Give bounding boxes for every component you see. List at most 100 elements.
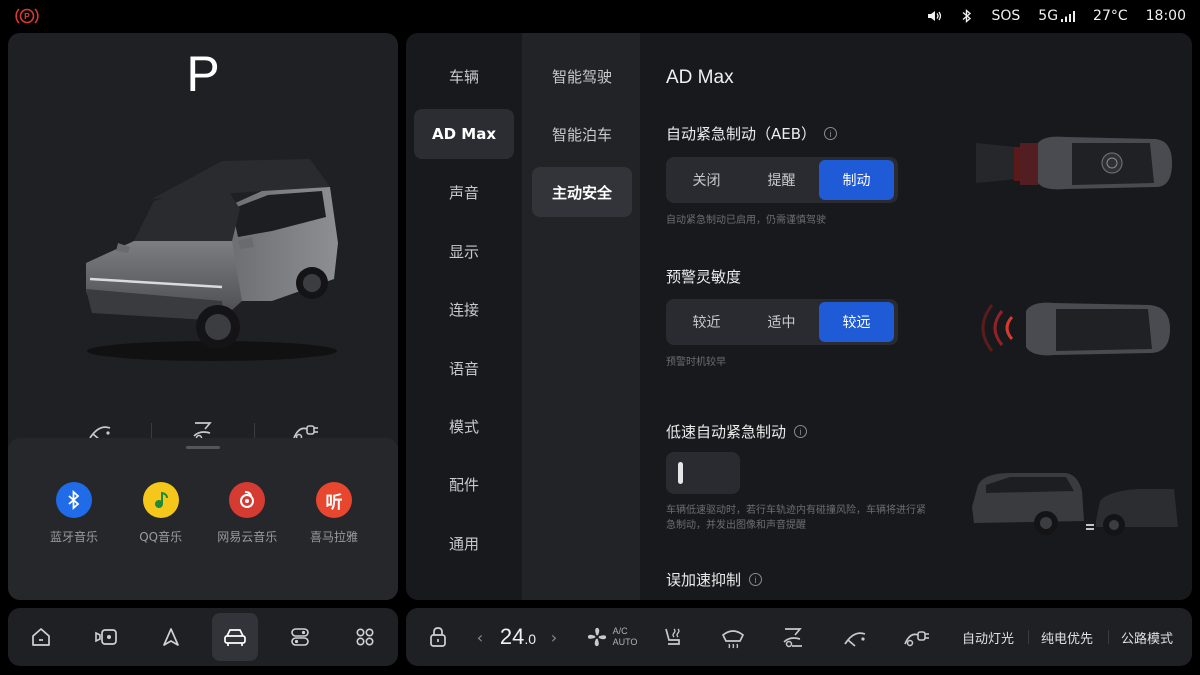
aeb-option-brake[interactable]: 制动: [819, 160, 894, 200]
nav-connect[interactable]: 连接: [414, 284, 514, 334]
toggles-icon: [291, 628, 309, 646]
misaccel-title: 误加速抑制 i: [666, 569, 763, 590]
camera-view-icon: [94, 629, 117, 645]
dock-camera-button[interactable]: [83, 613, 129, 661]
app-bluetooth-music[interactable]: 蓝牙音乐: [34, 482, 114, 545]
auto-label: AUTO: [612, 637, 638, 647]
clock: 18:00: [1145, 8, 1186, 24]
app-label: QQ音乐: [139, 530, 183, 544]
sensitivity-illustration: [981, 302, 1170, 356]
wiper-icon: [844, 632, 866, 647]
chevron-right-icon: ›: [550, 627, 558, 647]
app-label: 喜马拉雅: [309, 530, 358, 544]
nav-smart-driving[interactable]: 智能驾驶: [532, 51, 632, 101]
low-speed-illustration: [972, 473, 1178, 536]
sos-button[interactable]: SOS: [991, 8, 1020, 24]
road-mode-label: 公路模式: [1120, 631, 1173, 647]
bottom-dock-left: [8, 608, 398, 666]
tailgate-icon: [783, 628, 802, 648]
nav-sound[interactable]: 声音: [414, 167, 514, 217]
seat-heat-icon: [665, 628, 680, 645]
outside-temperature: 27°C: [1093, 8, 1128, 24]
sensitivity-title-text: 预警灵敏度: [666, 268, 742, 286]
divider: [1028, 630, 1029, 644]
auto-light-label: 自动灯光: [961, 631, 1014, 647]
sensitivity-option-far[interactable]: 较远: [819, 302, 894, 342]
apps-grid-icon: [356, 628, 374, 646]
parking-brake-icon: P: [15, 8, 39, 24]
misaccel-title-text: 误加速抑制: [666, 571, 742, 589]
info-icon[interactable]: i: [749, 573, 763, 586]
seat-heat-button[interactable]: [658, 608, 688, 666]
dock-charge-port-button[interactable]: [900, 608, 934, 666]
chevron-left-icon: ‹: [476, 627, 484, 647]
low-speed-aeb-hint: 车辆低速驱动时，若行车轨迹内有碰撞风险，车辆将进行紧急制动，并发出图像和声音提醒: [666, 505, 926, 531]
signal-icon: [1061, 10, 1076, 22]
sensitivity-option-mid[interactable]: 适中: [744, 302, 819, 342]
low-speed-aeb-title: 低速自动紧急制动 i: [666, 421, 808, 442]
app-qq-music[interactable]: QQ音乐: [121, 482, 201, 545]
nav-smart-parking[interactable]: 智能泊车: [532, 109, 632, 159]
defrost-button[interactable]: [718, 608, 748, 666]
sensitivity-option-near[interactable]: 较近: [669, 302, 744, 342]
dock-tailgate-button[interactable]: [778, 608, 808, 666]
bluetooth-status-icon[interactable]: [961, 8, 973, 24]
lock-icon: [430, 627, 446, 647]
ev-priority-button[interactable]: 纯电优先: [1036, 608, 1098, 666]
app-label: 网易云音乐: [217, 530, 278, 544]
road-mode-button[interactable]: 公路模式: [1116, 608, 1178, 666]
charge-port-icon: [904, 631, 929, 647]
aeb-title: 自动紧急制动（AEB） i: [666, 123, 838, 144]
car-image[interactable]: [72, 151, 342, 369]
settings-content: AD Max 自动紧急制动（AEB） i 关闭 提醒 制动 自动紧急制动已启用，…: [640, 33, 1192, 600]
volume-icon[interactable]: [927, 9, 943, 23]
nav-ad-max[interactable]: AD Max: [414, 109, 514, 159]
dock-controls-button[interactable]: [277, 613, 323, 661]
auto-light-button[interactable]: 自动灯光: [958, 608, 1018, 666]
info-icon[interactable]: i: [794, 425, 808, 438]
status-bar: P SOS 5G 27°C 18:00: [0, 0, 1200, 32]
sensitivity-title: 预警灵敏度: [666, 266, 741, 287]
drag-handle[interactable]: [186, 446, 220, 449]
car-icon: [224, 629, 247, 646]
nav-display[interactable]: 显示: [414, 226, 514, 276]
info-icon[interactable]: i: [824, 127, 838, 140]
dock-home-button[interactable]: [18, 613, 64, 661]
app-ximalaya[interactable]: 听 喜马拉雅: [294, 482, 374, 545]
low-speed-aeb-toggle[interactable]: [666, 452, 740, 494]
network-status: 5G: [1038, 8, 1076, 24]
nav-vehicle[interactable]: 车辆: [414, 51, 514, 101]
nav-mode[interactable]: 模式: [414, 401, 514, 451]
ac-auto-button[interactable]: A/C AUTO: [582, 608, 640, 666]
nav-general[interactable]: 通用: [414, 518, 514, 568]
bottom-dock-right: ‹ 24.0 › A/C AUTO 自动灯光 纯电优先 公路模式: [406, 608, 1192, 666]
aeb-option-off[interactable]: 关闭: [669, 160, 744, 200]
app-label: 蓝牙音乐: [49, 530, 98, 544]
qq-music-icon: [142, 482, 179, 518]
navigation-icon: [162, 628, 179, 646]
ev-priority-label: 纯电优先: [1040, 631, 1093, 647]
settings-panel: 车辆 AD Max 声音 显示 连接 语音 模式 配件 通用 智能驾驶 智能泊车…: [406, 33, 1192, 600]
app-netease-music[interactable]: 网易云音乐: [207, 482, 287, 545]
aeb-option-warn[interactable]: 提醒: [744, 160, 819, 200]
network-type: 5G: [1038, 8, 1059, 24]
bluetooth-icon: [56, 482, 92, 518]
dock-wiper-button[interactable]: [840, 608, 870, 666]
dock-navigation-button[interactable]: [148, 613, 194, 661]
nav-accessories[interactable]: 配件: [414, 459, 514, 509]
dock-apps-button[interactable]: [342, 613, 388, 661]
low-speed-aeb-title-text: 低速自动紧急制动: [666, 423, 787, 441]
nav-active-safety[interactable]: 主动安全: [532, 167, 632, 217]
fan-icon: [587, 627, 606, 647]
temp-decrease-button[interactable]: ‹: [470, 608, 490, 666]
defrost-icon: [721, 630, 745, 649]
nav-voice[interactable]: 语音: [414, 343, 514, 393]
temp-increase-button[interactable]: ›: [544, 608, 564, 666]
vehicle-panel: P 蓝牙音乐 QQ音乐 网易云音乐 听 喜马拉雅: [8, 33, 398, 600]
lock-button[interactable]: [424, 608, 452, 666]
dock-vehicle-button[interactable]: [212, 613, 259, 661]
settings-nav-secondary: 智能驾驶 智能泊车 主动安全: [522, 33, 640, 600]
temp-decimal: .0: [524, 631, 537, 647]
gear-indicator: P: [186, 46, 220, 102]
settings-nav-primary: 车辆 AD Max 声音 显示 连接 语音 模式 配件 通用: [406, 33, 522, 600]
